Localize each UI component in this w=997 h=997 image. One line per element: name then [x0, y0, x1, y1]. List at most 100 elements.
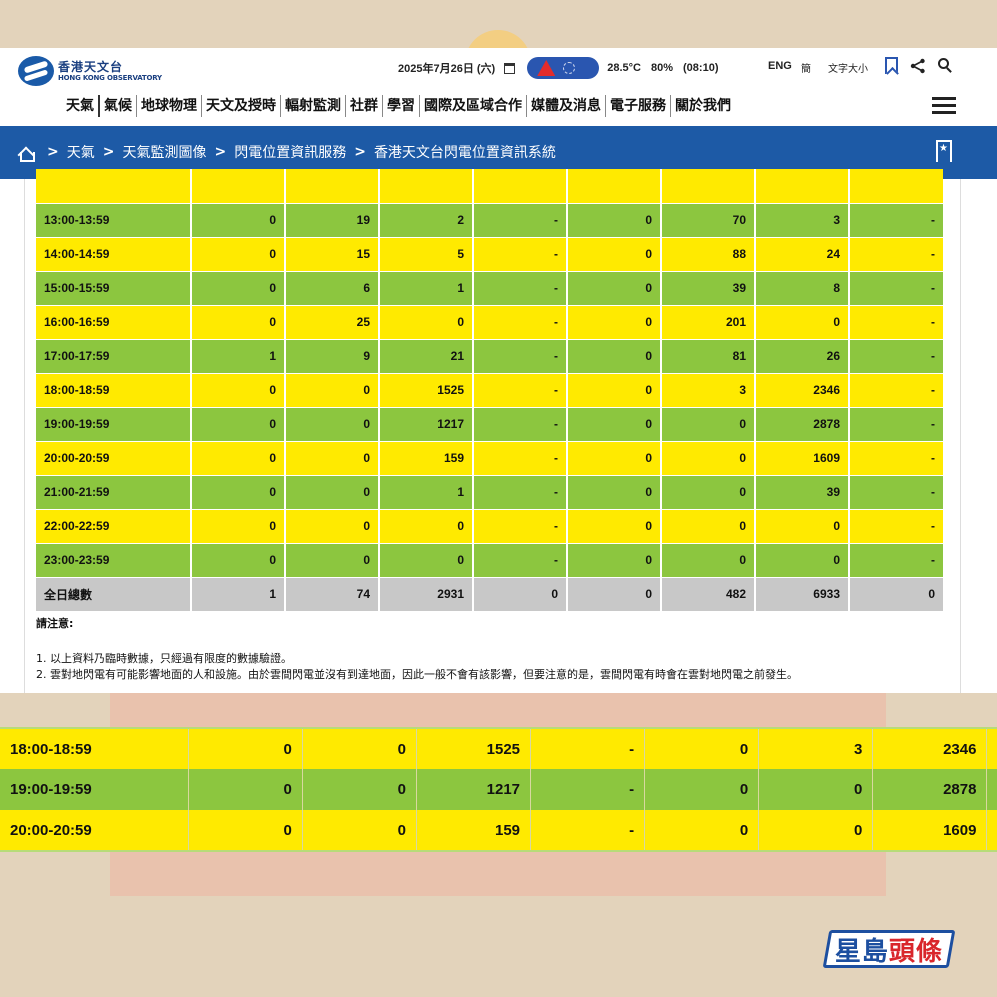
- count-cell: 1: [191, 577, 286, 612]
- count-cell: 1609: [872, 810, 988, 851]
- count-cell: 0: [379, 305, 474, 340]
- nav-item-international[interactable]: 國際及區域合作: [420, 94, 526, 118]
- count-cell: 0: [758, 769, 874, 810]
- count-cell: 88: [661, 237, 756, 272]
- hko-logo[interactable]: 香港天文台 HONG KONG OBSERVATORY: [18, 56, 162, 86]
- count-cell: 0: [285, 373, 380, 408]
- count-cell: -: [473, 475, 568, 510]
- count-cell: 6: [285, 271, 380, 306]
- count-cell: 0: [661, 441, 756, 476]
- table-row: 16:00-16:59 0 25 0-0 201 0-: [36, 305, 943, 340]
- count-cell: 0: [285, 407, 380, 442]
- notes-section: 請注意: 1. 以上資料乃臨時數據，只經過有限度的數據驗證。 2. 雲對地閃電有…: [36, 615, 798, 683]
- english-language-link[interactable]: ENG: [768, 60, 792, 72]
- logo-english-text: HONG KONG OBSERVATORY: [58, 73, 162, 82]
- count-cell: 81: [661, 339, 756, 374]
- stheadline-logo: 星島 頭條: [822, 930, 956, 968]
- count-cell: -: [473, 407, 568, 442]
- breadcrumb-weather[interactable]: 天氣: [67, 142, 95, 162]
- count-cell: 0: [191, 237, 286, 272]
- weather-warning-pill[interactable]: [527, 57, 600, 79]
- count-cell: 0: [379, 543, 474, 578]
- table-row: 18:00-18:59 0 0 1525-0 3 2346-: [36, 373, 943, 408]
- breadcrumb-current-page: 香港天文台閃電位置資訊系統: [373, 145, 556, 161]
- search-icon[interactable]: [938, 58, 953, 73]
- count-cell: -: [473, 305, 568, 340]
- breadcrumb-lightning-service[interactable]: 閃電位置資訊服務: [234, 142, 346, 162]
- page-bookmark-icon[interactable]: ★: [936, 140, 952, 162]
- time-cell: 18:00-18:59: [0, 728, 189, 769]
- count-cell: 0: [758, 810, 874, 851]
- count-cell: 0: [379, 509, 474, 544]
- count-cell: 0: [567, 407, 662, 442]
- count-cell: 39: [661, 271, 756, 306]
- table-row: 20:00-20:59 0 0 159-0 0 1609-: [36, 441, 943, 476]
- count-cell: 21: [379, 339, 474, 374]
- time-cell: 22:00-22:59: [36, 509, 192, 544]
- count-cell: 0: [567, 475, 662, 510]
- count-cell: 0: [644, 728, 760, 769]
- count-cell: 15: [285, 237, 380, 272]
- time-cell: 23:00-23:59: [36, 543, 192, 578]
- count-cell: -: [473, 271, 568, 306]
- logo-chinese-text: 香港天文台: [58, 59, 124, 74]
- count-cell: 0: [644, 769, 760, 810]
- count-cell: -: [849, 305, 943, 340]
- count-cell: 9: [285, 339, 380, 374]
- time-cell: 15:00-15:59: [36, 271, 192, 306]
- count-cell: 0: [644, 810, 760, 851]
- calendar-icon[interactable]: [504, 62, 516, 74]
- table-row: 19:00-19:59 0 0 1217-0 0 2878-: [36, 407, 943, 442]
- count-cell: 1217: [379, 407, 474, 442]
- count-cell: -: [530, 810, 646, 851]
- count-cell: 0: [191, 373, 286, 408]
- count-cell: 0: [567, 441, 662, 476]
- count-cell: 26: [755, 339, 850, 374]
- count-cell: 19: [285, 203, 380, 238]
- nav-item-geophysics[interactable]: 地球物理: [137, 94, 201, 118]
- count-cell: -: [530, 769, 646, 810]
- nav-item-climate[interactable]: 氣候: [100, 94, 136, 118]
- nav-item-radiation[interactable]: 輻射監測: [281, 94, 345, 118]
- count-cell: 0: [661, 407, 756, 442]
- home-icon[interactable]: [18, 146, 35, 162]
- nav-item-about-us[interactable]: 關於我們: [671, 94, 735, 118]
- share-icon[interactable]: [910, 58, 926, 74]
- count-cell: 0: [191, 509, 286, 544]
- count-cell: 2878: [755, 407, 850, 442]
- content-area: 13:00-13:59 0 19 2-0 70 3-14:00-14:59 0 15 5-0 88…: [0, 169, 997, 693]
- nav-item-weather[interactable]: 天氣: [62, 94, 98, 118]
- count-cell: 0: [188, 769, 303, 810]
- nav-item-learning[interactable]: 學習: [383, 94, 419, 118]
- table-row-partial: [36, 169, 943, 204]
- count-cell: 0: [567, 271, 662, 306]
- nav-item-astronomy-timing[interactable]: 天文及授時: [202, 94, 280, 118]
- bookmark-icon[interactable]: [885, 57, 898, 74]
- nav-item-community[interactable]: 社群: [346, 94, 382, 118]
- count-cell: 0: [302, 810, 417, 851]
- count-cell: 0: [661, 475, 756, 510]
- count-cell: 0: [191, 407, 286, 442]
- count-cell: -: [849, 475, 943, 510]
- current-date: 2025年7月26日 (六): [398, 63, 496, 75]
- time-cell: 19:00-19:59: [0, 769, 189, 810]
- breadcrumb-weather-images[interactable]: 天氣監測圖像: [122, 142, 206, 162]
- count-cell: 1525: [379, 373, 474, 408]
- count-cell: 0: [285, 475, 380, 510]
- count-cell: 0: [285, 441, 380, 476]
- nav-item-media[interactable]: 媒體及消息: [527, 94, 605, 118]
- table-row: 15:00-15:59 0 6 1-0 39 8-: [36, 271, 943, 306]
- hamburger-menu-icon[interactable]: [932, 97, 956, 115]
- nav-item-e-services[interactable]: 電子服務: [606, 94, 670, 118]
- simplified-chinese-link[interactable]: 簡: [801, 60, 811, 75]
- count-cell: 0: [567, 237, 662, 272]
- font-size-button[interactable]: 文字大小: [828, 60, 868, 75]
- count-cell: -: [849, 237, 943, 272]
- time-cell: 21:00-21:59: [36, 475, 192, 510]
- count-cell: 24: [755, 237, 850, 272]
- count-cell: 159: [379, 441, 474, 476]
- count-cell: 2: [379, 203, 474, 238]
- count-cell: 0: [661, 509, 756, 544]
- count-cell: 2878: [872, 769, 988, 810]
- count-cell: -: [473, 509, 568, 544]
